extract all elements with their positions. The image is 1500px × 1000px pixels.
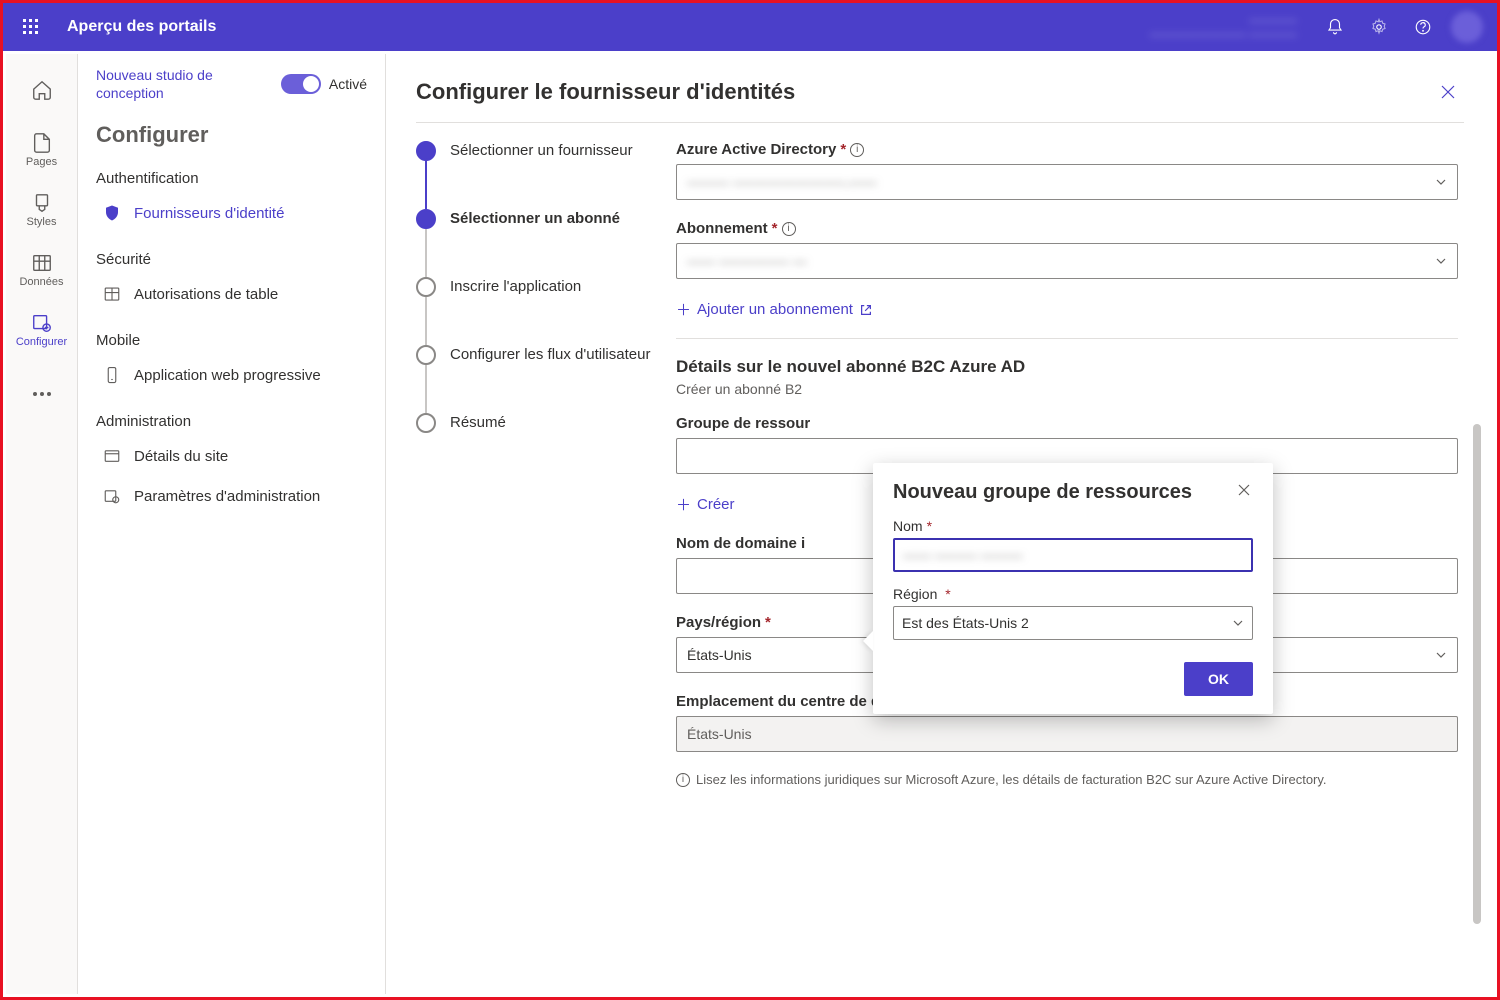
datacenter-dropdown: États-Unis [676,716,1458,752]
notifications-icon[interactable] [1313,5,1357,49]
sidebar-item-label: Application web progressive [134,367,321,384]
sidebar-item-label: Détails du site [134,448,228,465]
table-icon [102,284,122,304]
chevron-down-icon [1435,255,1447,267]
help-icon[interactable] [1401,5,1445,49]
b2c-section-sub: Créer un abonné B2 [676,381,1458,397]
new-resource-group-popover: Nouveau groupe de ressources Nom * —— ——… [873,463,1273,714]
domain-label: Nom de domaine i [676,535,805,552]
rg-region-dropdown[interactable]: Est des États-Unis 2 [893,606,1253,640]
b2c-section-title: Détails sur le nouvel abonné B2C Azure A… [676,357,1458,377]
sidebar-item-identity-providers[interactable]: Fournisseurs d'identité [78,193,385,233]
popover-title: Nouveau groupe de ressources [893,481,1192,504]
phone-icon [102,365,122,385]
step-register-app[interactable]: Inscrire l'application [416,277,676,345]
rail-home[interactable] [10,62,74,118]
user-avatar[interactable] [1451,11,1483,43]
chevron-down-icon [1232,617,1244,629]
studio-toggle[interactable] [281,74,321,94]
popover-close-button[interactable] [1235,481,1253,499]
step-configure-flows[interactable]: Configurer les flux d'utilisateur [416,345,676,413]
sidebar-item-admin-settings[interactable]: Paramètres d'administration [78,476,385,516]
required-marker: * [927,518,932,534]
legal-notice: i Lisez les informations juridiques sur … [676,772,1458,787]
chevron-down-icon [1435,176,1447,188]
rail-styles[interactable]: Styles [10,182,74,238]
heading-admin: Administration [78,395,385,436]
required-marker: * [840,141,846,158]
subscription-label: Abonnement [676,220,768,237]
info-icon[interactable]: i [782,222,796,236]
sidebar-item-table-permissions[interactable]: Autorisations de table [78,274,385,314]
site-icon [102,446,122,466]
step-select-provider[interactable]: Sélectionner un fournisseur [416,141,676,209]
close-panel-button[interactable] [1432,76,1464,108]
plus-icon: ＋ [676,299,691,320]
required-marker: * [941,586,950,602]
environment-info[interactable]: ———— ———————— ———— [1150,13,1297,41]
sidebar-title: Configurer [78,110,385,164]
app-title: Aperçu des portails [67,18,216,36]
chevron-down-icon [1435,649,1447,661]
toggle-state-label: Activé [329,76,367,92]
shield-icon [102,203,122,223]
rail-data[interactable]: Données [10,242,74,298]
admin-icon [102,486,122,506]
rg-region-label: Région [893,586,937,602]
add-subscription-link[interactable]: ＋ Ajouter un abonnement [676,299,873,320]
rg-name-label: Nom [893,518,923,534]
rail-configure[interactable]: Configurer [10,302,74,358]
required-marker: * [772,220,778,237]
rail-pages[interactable]: Pages [10,122,74,178]
plus-icon: ＋ [676,494,691,515]
rg-name-input[interactable]: —— ——— ——— [893,538,1253,572]
rg-label: Groupe de ressour [676,415,810,432]
rail-more-icon[interactable] [10,366,74,422]
sidebar-item-pwa[interactable]: Application web progressive [78,355,385,395]
subscription-dropdown[interactable]: —— ————— — [676,243,1458,279]
left-rail: Pages Styles Données Configurer [6,54,78,994]
info-icon: i [676,773,690,787]
step-select-tenant[interactable]: Sélectionner un abonné [416,209,676,277]
heading-auth: Authentification [78,164,385,193]
sidebar-item-label: Paramètres d'administration [134,488,320,505]
aad-label: Azure Active Directory [676,141,836,158]
topbar: Aperçu des portails ———— ———————— ———— [3,3,1497,51]
country-label: Pays/région [676,614,761,631]
required-marker: * [765,614,771,631]
heading-security: Sécurité [78,233,385,274]
info-icon[interactable]: i [850,143,864,157]
app-launcher-icon[interactable] [11,7,51,47]
ok-button[interactable]: OK [1184,662,1253,696]
create-rg-link[interactable]: ＋ Créer [676,494,735,515]
aad-dropdown[interactable]: ——— ————————.—— [676,164,1458,200]
step-summary[interactable]: Résumé [416,413,676,433]
studio-label: Nouveau studio de conception [96,66,281,102]
panel-title: Configurer le fournisseur d'identités [416,79,795,105]
wizard-stepper: Sélectionner un fournisseur Sélectionner… [416,141,676,994]
external-link-icon [859,303,873,317]
sidebar-item-label: Autorisations de table [134,286,278,303]
scrollbar[interactable] [1473,424,1481,924]
settings-icon[interactable] [1357,5,1401,49]
heading-mobile: Mobile [78,314,385,355]
config-sidebar: Nouveau studio de conception Activé Conf… [78,54,386,994]
sidebar-item-site-details[interactable]: Détails du site [78,436,385,476]
sidebar-item-label: Fournisseurs d'identité [134,205,284,222]
